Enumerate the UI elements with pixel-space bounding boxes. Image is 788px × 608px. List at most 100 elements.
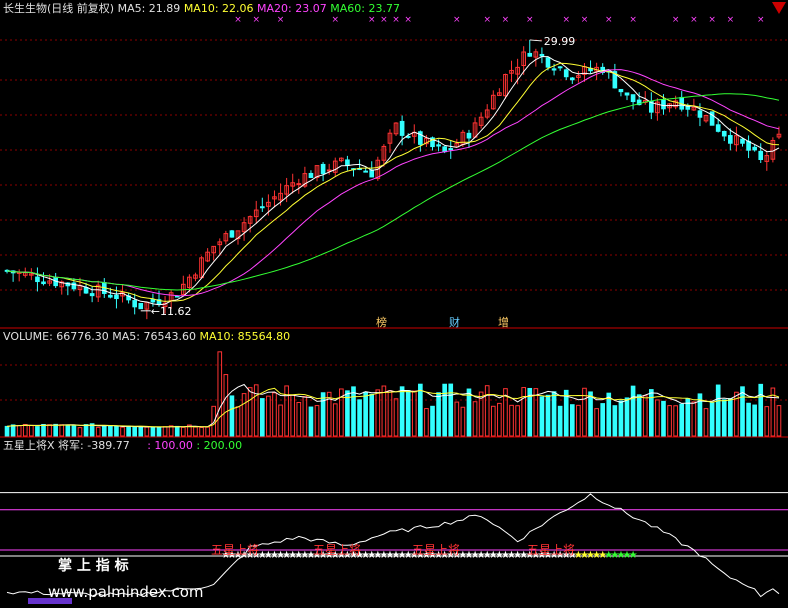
signal-x-marker: × — [368, 15, 376, 25]
price-ma5-line — [6, 56, 780, 306]
volume-bar — [162, 426, 168, 437]
volume-bar — [411, 390, 417, 437]
candle-body — [399, 120, 405, 136]
volume-bar — [41, 423, 46, 437]
volume-bar — [691, 401, 697, 437]
volume-bar — [454, 401, 460, 437]
volume-bar — [247, 387, 253, 437]
volume-bar — [278, 404, 283, 437]
volume-bar — [302, 396, 308, 437]
volume-bar — [539, 396, 545, 437]
volume-bar — [59, 424, 65, 437]
signal-x-marker: × — [502, 15, 510, 25]
price-ma60-line — [6, 93, 780, 291]
chart-canvas[interactable]: × × × × × × × × × × × × × × × × × × × × ×29.99←11.62★★★★★★★★… — [0, 0, 788, 604]
candle-body — [466, 132, 472, 139]
volume-bar — [709, 402, 715, 437]
signal-x-marker: × — [453, 15, 461, 25]
volume-bar — [132, 426, 138, 437]
volume-bar — [606, 392, 612, 437]
volume-bar — [65, 424, 71, 437]
volume-bar — [776, 405, 782, 437]
volume-bar — [381, 385, 387, 437]
volume-bar — [83, 424, 89, 437]
marker-bang[interactable]: 榜 — [376, 314, 387, 330]
candle-body — [83, 287, 89, 294]
volume-bar — [594, 408, 599, 437]
volume-bar — [375, 389, 381, 437]
volume-bar — [387, 390, 393, 437]
volume-bar — [217, 351, 223, 437]
volume-bar — [466, 388, 472, 437]
candle-body — [174, 295, 180, 298]
candle-body — [150, 299, 156, 303]
volume-bar — [357, 399, 362, 437]
candle-body — [363, 170, 368, 173]
signal-x-marker: × — [629, 15, 637, 25]
volume-bar — [253, 384, 259, 437]
signal-x-marker: × — [581, 15, 589, 25]
ribbon-star: ★ — [629, 550, 638, 561]
volume-bar — [460, 406, 466, 437]
volume-bar — [77, 427, 83, 437]
candle-body — [114, 294, 119, 300]
candle-body — [624, 92, 630, 96]
candle-body — [569, 77, 575, 81]
volume-bar — [47, 424, 52, 437]
volume-readout: VOLUME: 66776.30 — [3, 330, 109, 343]
volume-bar — [588, 391, 593, 437]
volume-header: VOLUME: 66776.30 MA5: 76543.60 MA10: 855… — [3, 330, 290, 344]
signal-x-marker: × — [392, 15, 400, 25]
volume-bar — [259, 398, 265, 437]
low-label: ←11.62 — [151, 305, 192, 318]
volume-bar — [53, 423, 58, 437]
ribbon-label-1: 五星上将 — [211, 543, 260, 557]
candle-body — [345, 159, 350, 166]
volume-bar — [320, 392, 326, 437]
volume-bar — [557, 405, 563, 437]
marker-cai[interactable]: 财 — [449, 314, 460, 330]
volume-bar — [442, 383, 447, 437]
volume-bar — [308, 406, 314, 437]
volume-bar — [180, 426, 186, 437]
volume-bar — [16, 425, 22, 437]
volume-bar — [266, 395, 271, 437]
candle-body — [697, 110, 703, 118]
high-label: 29.99 — [544, 35, 576, 48]
volume-bar — [332, 403, 338, 437]
vol-ma10-readout: MA10: 85564.80 — [199, 330, 291, 343]
volume-bar — [436, 392, 441, 437]
volume-bar — [211, 405, 217, 437]
candle-body — [728, 135, 733, 144]
signal-x-marker: × — [380, 15, 388, 25]
volume-bar — [472, 401, 478, 437]
volume-bar — [314, 405, 320, 437]
candle-body — [369, 169, 375, 178]
candle-body — [545, 57, 551, 68]
volume-bar — [515, 405, 520, 437]
volume-bar — [563, 389, 569, 437]
volume-bar — [290, 394, 296, 437]
volume-bar — [114, 425, 119, 437]
volume-bar — [199, 427, 204, 437]
candle-body — [758, 150, 764, 161]
candle-body — [35, 276, 40, 283]
volume-bar — [545, 394, 551, 437]
volume-bar — [393, 398, 399, 437]
candle-body — [752, 146, 757, 151]
volume-bar — [490, 405, 496, 437]
candle-body — [563, 69, 569, 78]
candle-body — [442, 146, 447, 153]
volume-bar — [679, 403, 685, 437]
candle-body — [138, 302, 144, 310]
volume-bar — [418, 383, 423, 437]
volume-bar — [612, 405, 618, 437]
signal-x-marker: × — [252, 15, 260, 25]
level-100-readout: : 100.00 — [147, 439, 193, 452]
marker-zeng[interactable]: 增 — [498, 314, 509, 330]
signal-x-marker: × — [605, 15, 613, 25]
volume-bar — [655, 399, 660, 437]
ma5-readout: MA5: 21.89 — [117, 2, 181, 15]
volume-bar — [369, 393, 375, 437]
volume-bar — [235, 406, 241, 437]
